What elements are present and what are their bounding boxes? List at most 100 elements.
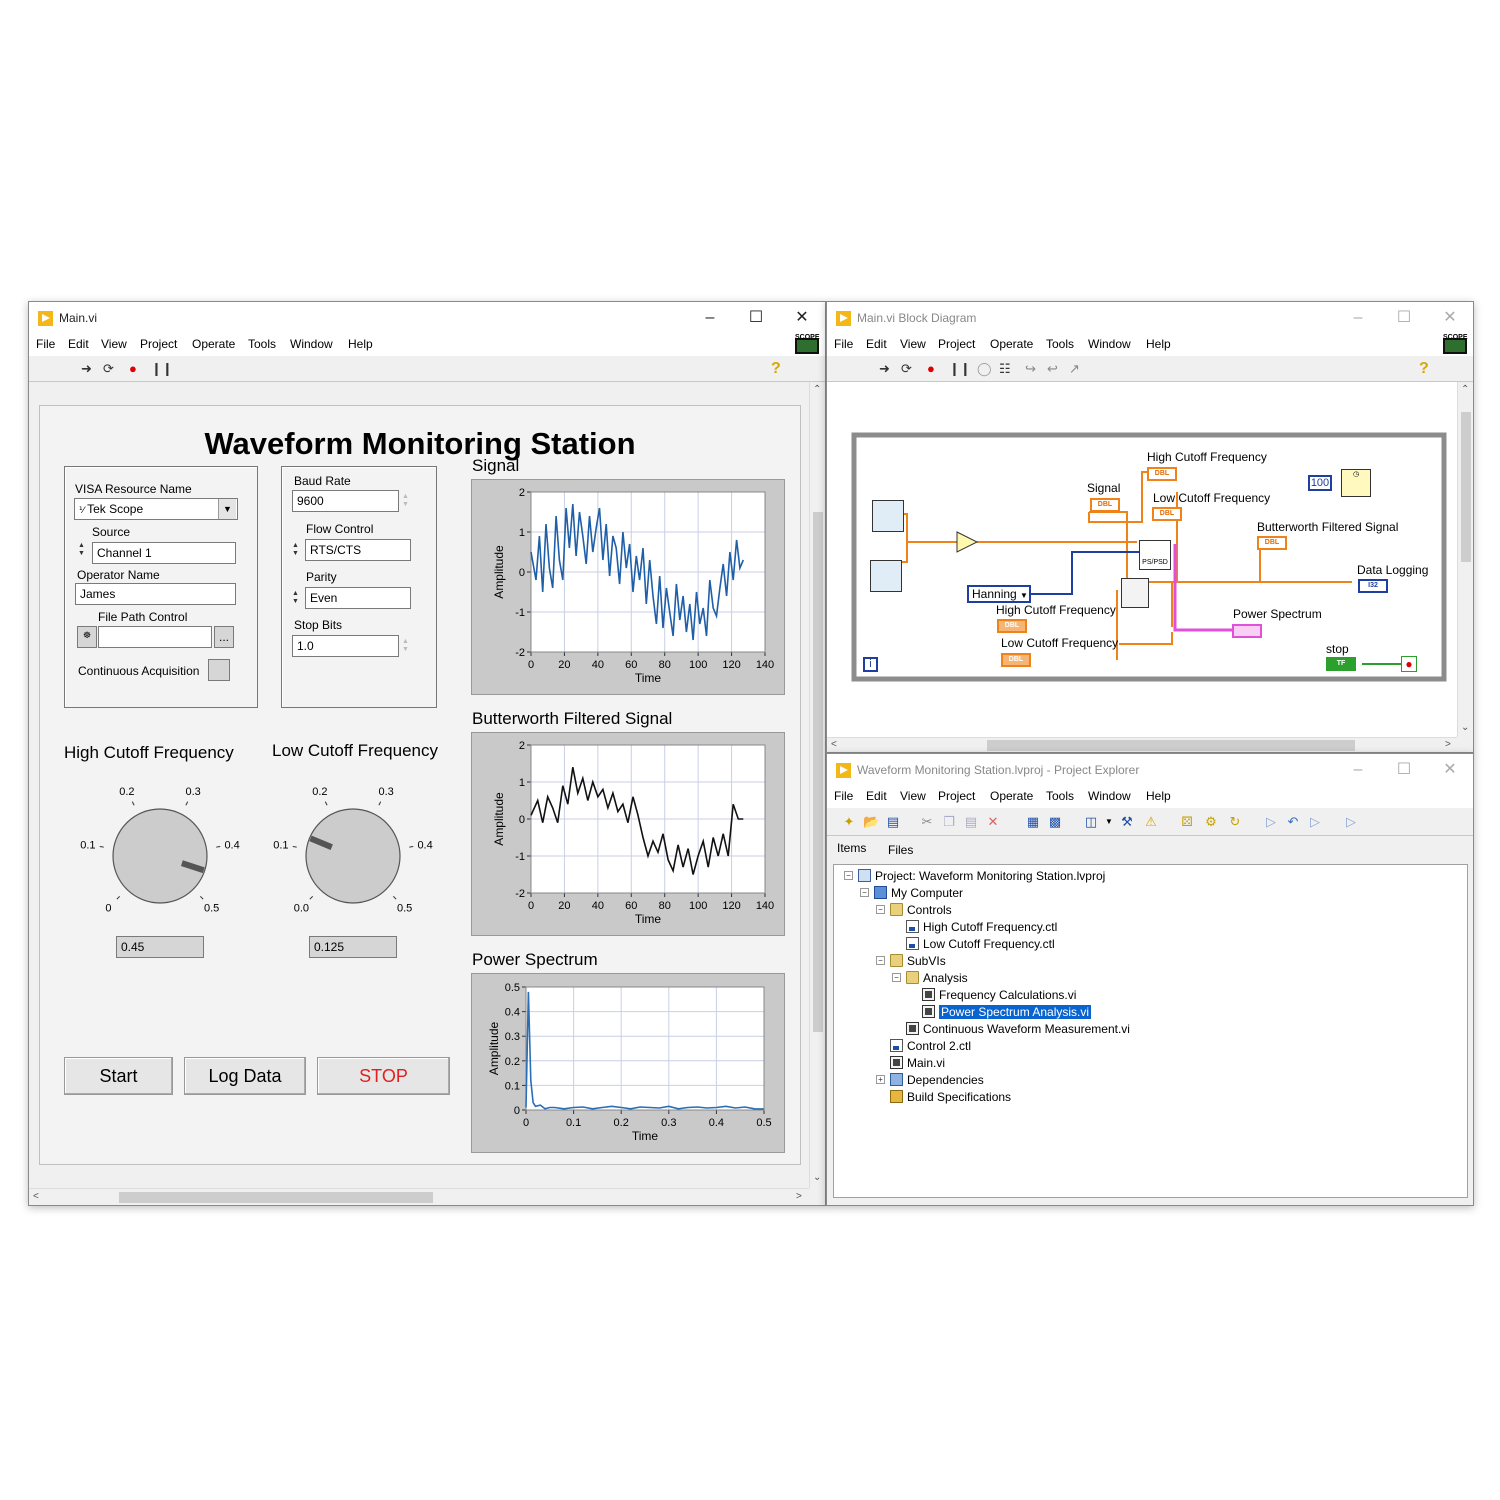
front-panel-hscroll[interactable]: < > bbox=[29, 1188, 809, 1205]
tree-item[interactable]: Project: Waveform Monitoring Station.lvp… bbox=[858, 867, 1105, 884]
menu-tools[interactable]: Tools bbox=[1046, 337, 1074, 351]
menu-project[interactable]: Project bbox=[140, 337, 177, 351]
log-data-button[interactable]: Log Data bbox=[184, 1057, 306, 1095]
collapse-icon[interactable]: − bbox=[844, 871, 853, 880]
file-path-field[interactable] bbox=[98, 626, 212, 648]
scroll-up-icon[interactable]: ⌃ bbox=[1461, 384, 1469, 395]
build-icon[interactable]: ▩ bbox=[1047, 814, 1063, 830]
redo-icon[interactable]: ▷ bbox=[1307, 814, 1323, 830]
scroll-left-icon[interactable]: < bbox=[831, 739, 837, 750]
run-arrow-icon[interactable]: ➜ bbox=[879, 361, 890, 377]
block-diagram-vscroll[interactable]: ⌃ ⌄ bbox=[1457, 382, 1473, 737]
menu-view[interactable]: View bbox=[101, 337, 127, 351]
collapse-icon[interactable]: − bbox=[876, 956, 885, 965]
chevron-down-icon[interactable]: ▼ bbox=[1101, 814, 1117, 830]
high-cutoff-indicator[interactable]: DBL bbox=[1147, 467, 1177, 481]
hscroll-thumb[interactable] bbox=[119, 1192, 433, 1203]
menu-edit[interactable]: Edit bbox=[866, 789, 887, 803]
tree-item[interactable]: Control 2.ctl bbox=[890, 1037, 971, 1054]
tree-item[interactable]: My Computer bbox=[874, 884, 963, 901]
menu-window[interactable]: Window bbox=[290, 337, 333, 351]
data-logging-indicator[interactable]: I32 bbox=[1358, 579, 1388, 593]
tree-item[interactable]: Dependencies bbox=[890, 1071, 984, 1088]
menu-project[interactable]: Project bbox=[938, 789, 975, 803]
tree-item[interactable]: Build Specifications bbox=[890, 1088, 1011, 1105]
save-all-icon[interactable]: ▤ bbox=[885, 814, 901, 830]
wait-value-constant[interactable]: 100 bbox=[1308, 475, 1332, 491]
collapse-icon[interactable]: − bbox=[876, 905, 885, 914]
block-diagram-hscroll[interactable]: < > bbox=[827, 737, 1457, 752]
step-out-icon[interactable]: ↗ bbox=[1069, 361, 1080, 377]
step-into-icon[interactable]: ↪ bbox=[1025, 361, 1036, 377]
maximize-icon[interactable]: ☐ bbox=[1381, 304, 1427, 332]
highlight-execution-icon[interactable]: ◯ bbox=[977, 361, 992, 377]
source-stepper[interactable]: ▲ ▼ bbox=[78, 542, 88, 558]
stop-control[interactable]: TF bbox=[1326, 657, 1356, 671]
menu-help[interactable]: Help bbox=[1146, 789, 1171, 803]
copy-icon[interactable]: ❐ bbox=[941, 814, 957, 830]
menu-view[interactable]: View bbox=[900, 789, 926, 803]
menu-operate[interactable]: Operate bbox=[192, 337, 235, 351]
power-spectrum-indicator[interactable] bbox=[1232, 624, 1262, 638]
flow-control-field[interactable]: RTS/CTS bbox=[305, 539, 411, 561]
menu-window[interactable]: Window bbox=[1088, 789, 1131, 803]
abort-icon[interactable]: ● bbox=[129, 361, 137, 377]
vscroll-thumb[interactable] bbox=[1461, 412, 1471, 562]
parity-stepper[interactable]: ▲ ▼ bbox=[292, 590, 302, 606]
signal-indicator[interactable]: DBL bbox=[1090, 498, 1120, 512]
tree-item[interactable]: Main.vi bbox=[890, 1054, 945, 1071]
low-cutoff-value[interactable]: 0.125 bbox=[309, 936, 397, 958]
menu-operate[interactable]: Operate bbox=[990, 337, 1033, 351]
flow-stepper[interactable]: ▲ ▼ bbox=[292, 542, 302, 558]
minimize-icon[interactable]: – bbox=[1335, 756, 1381, 784]
low-cutoff-indicator[interactable]: DBL bbox=[1152, 507, 1182, 521]
high-cutoff-knob[interactable]: 0 0.1 0.2 0.3 0.4 0.5 bbox=[70, 771, 250, 921]
maximize-icon[interactable]: ☐ bbox=[1381, 756, 1427, 784]
tree-item[interactable]: High Cutoff Frequency.ctl bbox=[906, 918, 1057, 935]
pause-icon[interactable]: ❙❙ bbox=[151, 361, 173, 377]
scroll-down-icon[interactable]: ⌄ bbox=[813, 1172, 821, 1183]
open-icon[interactable]: 📂 bbox=[863, 814, 879, 830]
delete-icon[interactable]: ✕ bbox=[985, 814, 1001, 830]
collapse-icon[interactable]: − bbox=[892, 973, 901, 982]
close-icon[interactable]: ✕ bbox=[779, 304, 825, 332]
start-button[interactable]: Start bbox=[64, 1057, 173, 1095]
close-icon[interactable]: ✕ bbox=[1427, 304, 1473, 332]
warning-icon[interactable]: ⚠ bbox=[1143, 814, 1159, 830]
vscroll-thumb[interactable] bbox=[813, 512, 823, 1032]
menu-edit[interactable]: Edit bbox=[68, 337, 89, 351]
chevron-down-icon[interactable]: ▼ bbox=[218, 499, 236, 519]
parity-field[interactable]: Even bbox=[305, 587, 411, 609]
view-icon[interactable]: ◫ bbox=[1083, 814, 1099, 830]
menu-project[interactable]: Project bbox=[938, 337, 975, 351]
tree-item[interactable]: Frequency Calculations.vi bbox=[922, 986, 1076, 1003]
window-type-enum[interactable]: Hanning ▼ bbox=[967, 585, 1031, 603]
visa-resource-field[interactable]: ⅟ Tek Scope bbox=[74, 498, 238, 520]
filepath-icon[interactable]: ☸ bbox=[77, 626, 97, 648]
menu-window[interactable]: Window bbox=[1088, 337, 1131, 351]
operator-name-field[interactable]: James bbox=[75, 583, 236, 605]
stop-bits-field[interactable]: 1.0 bbox=[292, 635, 399, 657]
tree-item[interactable]: Power Spectrum Analysis.vi bbox=[922, 1003, 1092, 1020]
source-field[interactable]: Channel 1 bbox=[92, 542, 236, 564]
expand-icon[interactable]: + bbox=[876, 1075, 885, 1084]
maximize-icon[interactable]: ☐ bbox=[733, 304, 779, 332]
ps-psd-node[interactable]: PS/PSD bbox=[1139, 540, 1171, 570]
menu-help[interactable]: Help bbox=[348, 337, 373, 351]
stopbits-stepper[interactable]: ▲ ▼ bbox=[402, 638, 412, 654]
search-icon[interactable]: ▷ bbox=[1343, 814, 1359, 830]
run-arrow-icon[interactable]: ➜ bbox=[81, 361, 92, 377]
close-icon[interactable]: ✕ bbox=[1427, 756, 1473, 784]
low-cutoff-knob[interactable]: 0.0 0.1 0.2 0.3 0.4 0.5 bbox=[263, 771, 443, 921]
signal-source-icon[interactable] bbox=[872, 500, 904, 532]
retain-wire-values-icon[interactable]: ☷ bbox=[999, 361, 1011, 377]
baud-rate-field[interactable]: 9600 bbox=[292, 490, 399, 512]
loop-condition-icon[interactable]: ● bbox=[1401, 656, 1417, 672]
tree-item[interactable]: Analysis bbox=[906, 969, 968, 986]
minimize-icon[interactable]: – bbox=[687, 304, 733, 332]
tree-item[interactable]: SubVIs bbox=[890, 952, 946, 969]
menu-tools[interactable]: Tools bbox=[1046, 789, 1074, 803]
run-continuously-icon[interactable]: ⟳ bbox=[901, 361, 912, 377]
front-panel-vscroll[interactable]: ⌃ ⌄ bbox=[809, 382, 825, 1188]
scroll-down-icon[interactable]: ⌄ bbox=[1461, 722, 1469, 733]
